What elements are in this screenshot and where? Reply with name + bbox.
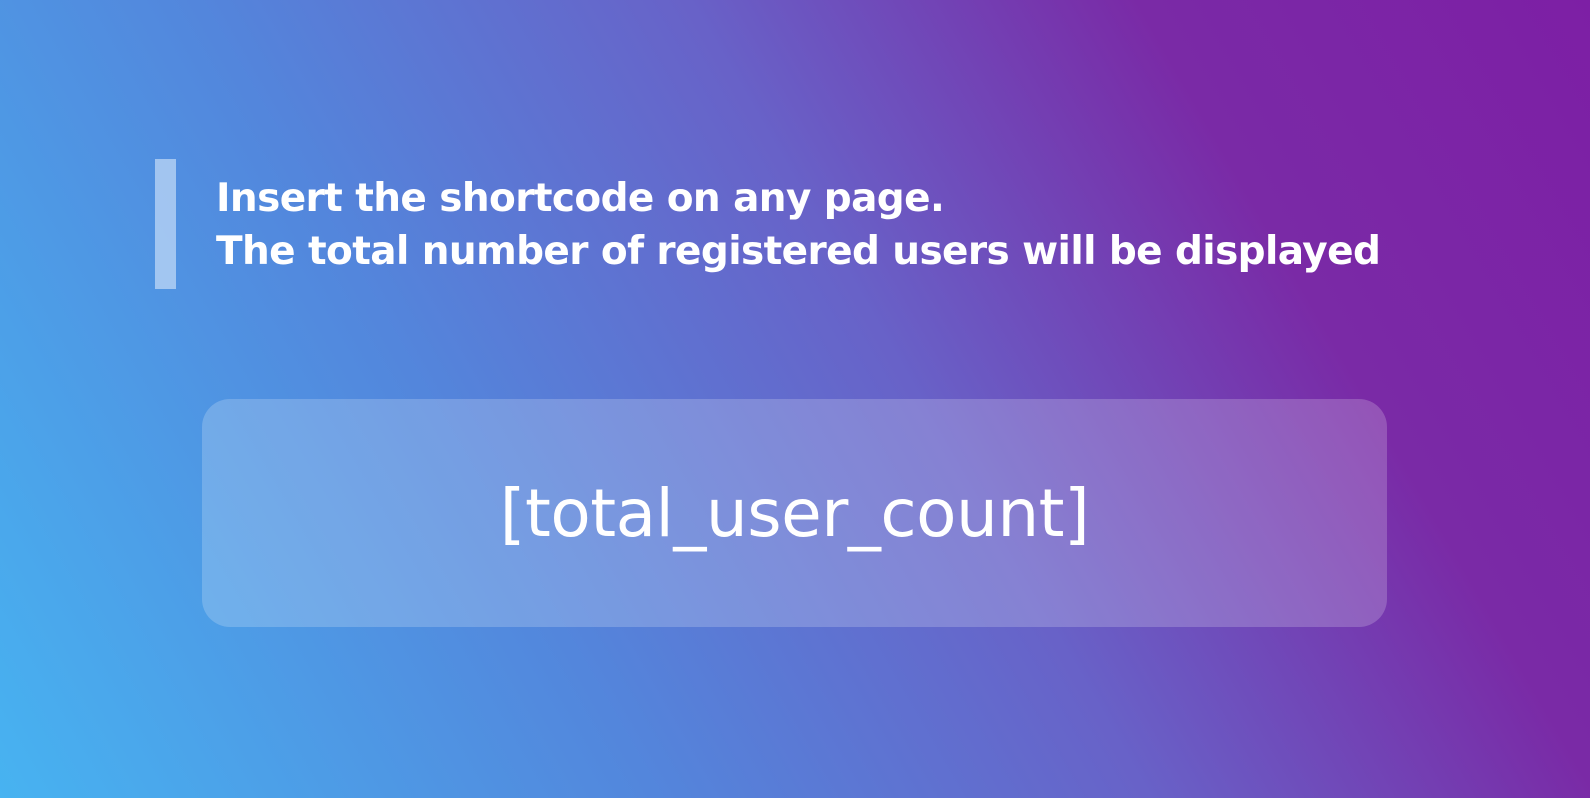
shortcode-text: [total_user_count] [499,474,1090,552]
promo-banner: Insert the shortcode on any page. The to… [0,0,1590,798]
instruction-line-2: The total number of registered users wil… [216,229,1381,274]
instructions-block: Insert the shortcode on any page. The to… [216,172,1466,278]
instruction-line-1: Insert the shortcode on any page. [216,176,945,221]
accent-bar [155,159,176,289]
shortcode-box: [total_user_count] [202,399,1387,627]
